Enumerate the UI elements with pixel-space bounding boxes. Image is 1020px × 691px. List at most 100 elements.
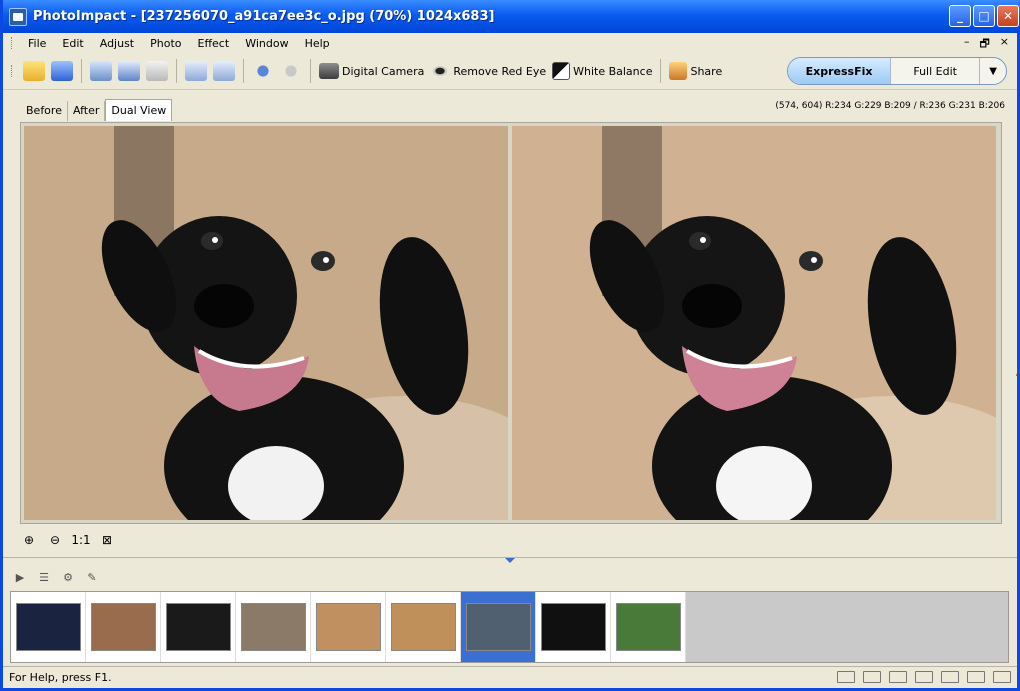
toolbar-grip-icon	[11, 65, 14, 77]
tab-dual-view[interactable]: Dual View	[105, 99, 173, 121]
doc-restore-button[interactable]: 🗗	[979, 35, 989, 54]
menu-window[interactable]: Window	[237, 37, 296, 50]
image-canvas[interactable]	[20, 122, 1002, 524]
zoom-toolbar: ⊕ ⊖ 1:1 ⊠	[20, 531, 116, 549]
print-button[interactable]	[87, 57, 115, 85]
toolbar-separator	[81, 59, 82, 83]
after-image[interactable]	[512, 126, 996, 520]
status-text: For Help, press F1.	[9, 671, 112, 684]
share-icon	[669, 62, 688, 80]
rotate-left-icon	[185, 61, 207, 81]
ruler-icon[interactable]	[837, 671, 855, 683]
rotate-right-button[interactable]	[210, 57, 238, 85]
dog-pair-thumbnail	[390, 603, 456, 651]
digital-camera-button[interactable]: Digital Camera	[316, 57, 427, 85]
pixel-info-readout: (574, 604) R:234 G:229 B:209 / R:236 G:2…	[775, 101, 1005, 111]
view-tabs: Before After Dual View	[21, 99, 173, 121]
eyedropper-icon	[552, 62, 571, 80]
full-edit-mode-button[interactable]: Full Edit	[890, 58, 979, 84]
zoom-out-button[interactable]: ⊖	[46, 531, 64, 549]
document-window-controls: – 🗗 ×	[964, 35, 1009, 54]
guitarist-thumbnail	[540, 603, 606, 651]
scan-button[interactable]	[115, 57, 143, 85]
grid-icon[interactable]	[863, 671, 881, 683]
thumbnail-cell[interactable]	[536, 592, 611, 662]
white-balance-button[interactable]: White Balance	[549, 57, 655, 85]
zoom-out-icon: ⊖	[49, 533, 61, 547]
rotate-right-icon	[213, 61, 235, 81]
minimize-button[interactable]: _	[949, 5, 971, 27]
play-icon: ▶	[15, 570, 25, 584]
street-thumbnail	[240, 603, 306, 651]
trees-thumbnail	[615, 603, 681, 651]
maximize-button[interactable]: □	[973, 5, 995, 27]
tab-before[interactable]: Before	[21, 101, 68, 121]
share-button[interactable]: Share	[666, 57, 725, 85]
histogram-icon[interactable]	[941, 671, 959, 683]
toolbar-separator	[243, 59, 244, 83]
print-icon	[90, 61, 112, 81]
fit-to-window-button[interactable]: ⊠	[98, 531, 116, 549]
menu-adjust[interactable]: Adjust	[92, 37, 142, 50]
batch-button[interactable]: ⚙	[59, 569, 77, 585]
close-button[interactable]: ✕	[997, 5, 1019, 27]
menu-edit[interactable]: Edit	[54, 37, 91, 50]
tab-after[interactable]: After	[68, 101, 106, 121]
toolbar-separator	[660, 59, 662, 83]
status-bar: For Help, press F1.	[3, 666, 1017, 688]
filmstrip-toolbar: ▶ ☰ ⚙ ✎	[11, 566, 101, 588]
redo-button[interactable]	[277, 57, 305, 85]
undo-button[interactable]	[249, 57, 277, 85]
batch-icon: ⚙	[63, 570, 73, 584]
remove-button[interactable]: ✎	[83, 569, 101, 585]
zoom-in-button[interactable]: ⊕	[20, 531, 38, 549]
mode-dropdown-button[interactable]: ▼	[979, 58, 1006, 84]
rotate-left-button[interactable]	[182, 57, 210, 85]
thumbnail-cell[interactable]	[236, 592, 311, 662]
email-button[interactable]	[143, 57, 171, 85]
thumbnail-cell[interactable]	[311, 592, 386, 662]
thumbnail-cell[interactable]	[11, 592, 86, 662]
layers-icon[interactable]	[967, 671, 985, 683]
dog-photo-after	[512, 126, 996, 520]
actual-size-label: 1:1	[71, 533, 91, 547]
doc-close-button[interactable]: ×	[1000, 35, 1009, 54]
menu-grip-icon	[11, 37, 14, 49]
chevron-down-icon: ▼	[989, 65, 997, 77]
panel-splitter[interactable]	[3, 557, 1017, 563]
thumbnail-cell[interactable]	[461, 592, 536, 662]
redo-icon	[280, 61, 302, 81]
window-title: PhotoImpact - [237256070_a91ca7ee3c_o.jp…	[33, 9, 495, 24]
save-button[interactable]	[48, 57, 76, 85]
collapse-arrow-icon[interactable]	[505, 558, 515, 563]
doc-minimize-button[interactable]: –	[964, 35, 970, 54]
open-button[interactable]	[20, 57, 48, 85]
list-view-icon: ☰	[39, 570, 49, 584]
fit-window-icon: ⊠	[101, 533, 113, 547]
actual-size-button[interactable]: 1:1	[71, 531, 91, 549]
thumbnail-cell[interactable]	[161, 592, 236, 662]
white-balance-label: White Balance	[573, 64, 653, 78]
remove-red-eye-label: Remove Red Eye	[453, 64, 547, 78]
play-button[interactable]: ▶	[11, 569, 29, 585]
menu-effect[interactable]: Effect	[190, 37, 238, 50]
expressfix-mode-button[interactable]: ExpressFix	[788, 58, 891, 84]
before-image[interactable]	[24, 126, 508, 520]
frame-icon[interactable]	[889, 671, 907, 683]
thumbnail-cell[interactable]	[386, 592, 461, 662]
open-folder-icon	[23, 61, 45, 81]
remove-red-eye-button[interactable]: Remove Red Eye	[427, 57, 549, 85]
menu-file[interactable]: File	[20, 37, 54, 50]
status-icons	[837, 671, 1011, 683]
red-object-thumbnail	[165, 603, 231, 651]
menu-help[interactable]: Help	[297, 37, 338, 50]
title-bar[interactable]: PhotoImpact - [237256070_a91ca7ee3c_o.jp…	[3, 0, 1020, 33]
menu-bar: File Edit Adjust Photo Effect Window Hel…	[3, 33, 1017, 53]
panel-icon[interactable]	[915, 671, 933, 683]
side-panel-handle[interactable]	[1016, 370, 1020, 380]
view-eye-icon[interactable]	[993, 671, 1011, 683]
menu-photo[interactable]: Photo	[142, 37, 189, 50]
thumbnail-cell[interactable]	[611, 592, 686, 662]
thumbnail-cell[interactable]	[86, 592, 161, 662]
view-options-button[interactable]: ☰	[35, 569, 53, 585]
